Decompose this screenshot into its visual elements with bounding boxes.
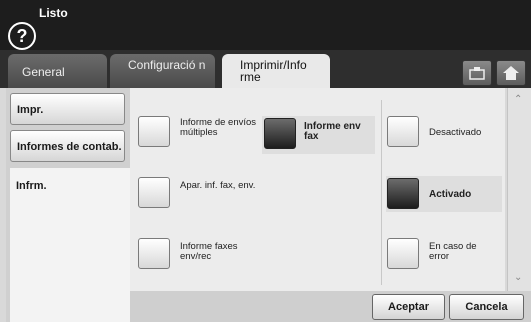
scroll-up-icon[interactable]: ⌃ [514, 94, 522, 105]
report-label: Apar. inf. fax, env. [180, 180, 256, 191]
radio[interactable] [387, 238, 419, 269]
checkbox[interactable] [138, 238, 170, 269]
report-label: Informe faxes env/rec [180, 241, 238, 262]
checkbox[interactable] [138, 177, 170, 208]
status-text: Listo [39, 6, 68, 20]
checkbox[interactable] [138, 116, 170, 147]
tab-imprimir-informe[interactable]: Imprimir/Info rme [222, 54, 330, 88]
sidebar-item-impr[interactable]: Impr. [10, 93, 125, 125]
scroll-down-icon[interactable]: ⌄ [514, 272, 522, 283]
sidebar-item-informes-contab[interactable]: Informes de contab. [10, 130, 125, 162]
sidebar: Impr. Informes de contab. Infrm. [6, 88, 136, 322]
tab-label: Configuració n [128, 58, 206, 72]
option-label: Activado [429, 189, 472, 200]
copy-button[interactable] [462, 60, 492, 86]
copy-icon [469, 67, 485, 80]
tab-label: Imprimir/Info rme [240, 58, 307, 84]
footer-bar: Aceptar Cancela [130, 291, 531, 322]
checkbox[interactable] [264, 118, 296, 149]
report-label: Informe env fax [304, 121, 361, 142]
accept-button[interactable]: Aceptar [372, 294, 445, 320]
home-button[interactable] [496, 60, 526, 86]
cancel-button[interactable]: Cancela [449, 294, 524, 320]
scrollbar[interactable]: ⌃ ⌄ [507, 88, 531, 291]
help-icon[interactable]: ? [8, 22, 36, 50]
divider [381, 100, 382, 285]
tab-configuracion[interactable]: Configuració n [110, 54, 215, 88]
sidebar-item-infrm[interactable]: Infrm. [10, 168, 136, 204]
tab-general[interactable]: General [8, 54, 107, 88]
option-label: En caso de error [429, 241, 477, 262]
home-icon [503, 66, 519, 80]
radio[interactable] [387, 178, 419, 209]
option-label: Desactivado [429, 127, 482, 138]
status-bar: ? Listo [0, 0, 531, 50]
report-label: Informe de envíos múltiples [180, 117, 257, 138]
tab-label: General [22, 65, 65, 79]
tab-bar: General Configuració n Imprimir/Info rme [0, 50, 531, 88]
radio[interactable] [387, 116, 419, 147]
sidebar-fill [10, 204, 130, 322]
